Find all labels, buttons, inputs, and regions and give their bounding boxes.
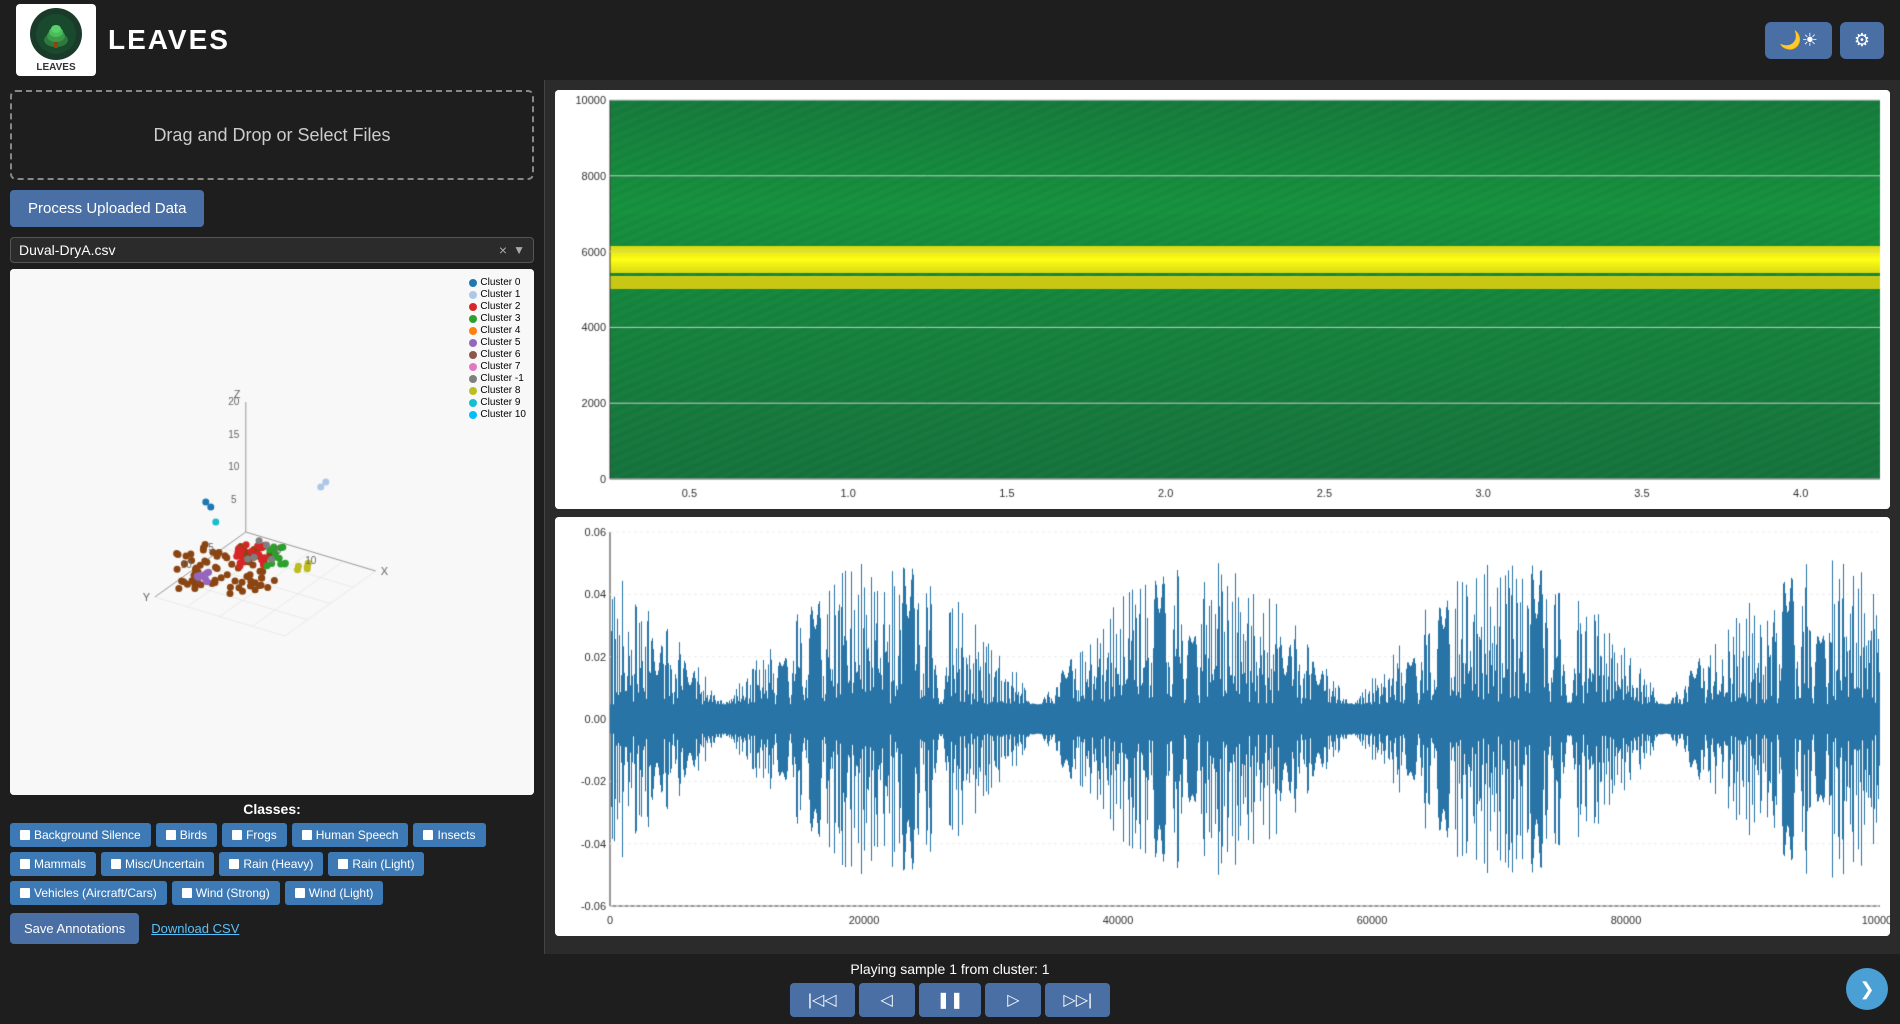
main-container: Drag and Drop or Select Files Process Up… [0, 80, 1900, 954]
classes-label: Classes: [10, 801, 534, 817]
nav-right-button[interactable]: ❯ [1846, 968, 1888, 1010]
legend-dot [469, 279, 477, 287]
legend-item: Cluster -1 [469, 373, 526, 384]
legend-item: Cluster 6 [469, 349, 526, 360]
legend-item: Cluster 1 [469, 289, 526, 300]
spectrogram-canvas [555, 90, 1890, 509]
drop-zone[interactable]: Drag and Drop or Select Files [10, 90, 534, 180]
class-button-misc/uncertain[interactable]: Misc/Uncertain [101, 852, 214, 876]
class-button-icon [20, 859, 30, 869]
process-uploaded-data-button[interactable]: Process Uploaded Data [10, 190, 204, 227]
class-buttons-container: Background SilenceBirdsFrogsHuman Speech… [10, 823, 534, 905]
next-button[interactable]: ▷ [985, 983, 1041, 1017]
legend-item: Cluster 5 [469, 337, 526, 348]
legend-dot [469, 327, 477, 335]
class-button-rain-(light)[interactable]: Rain (Light) [328, 852, 424, 876]
legend-dot [469, 315, 477, 323]
scatter-plot-container: Cluster 0Cluster 1Cluster 2Cluster 3Clus… [10, 269, 534, 795]
footer: Playing sample 1 from cluster: 1 |◁◁ ◁ ❚… [0, 954, 1900, 1024]
legend-dot [469, 303, 477, 311]
class-button-icon [229, 859, 239, 869]
legend-dot [469, 351, 477, 359]
class-button-birds[interactable]: Birds [156, 823, 217, 847]
class-button-insects[interactable]: Insects [413, 823, 485, 847]
left-panel: Drag and Drop or Select Files Process Up… [0, 80, 545, 954]
legend-item: Cluster 4 [469, 325, 526, 336]
legend-dot [469, 375, 477, 383]
class-button-icon [338, 859, 348, 869]
logo-icon [30, 8, 82, 60]
header: LEAVES LEAVES 🌙☀ ⚙ [0, 0, 1900, 80]
logo-box: LEAVES [16, 4, 96, 76]
legend-label: Cluster 4 [480, 325, 520, 336]
legend-item: Cluster 3 [469, 313, 526, 324]
legend-dot [469, 363, 477, 371]
last-button[interactable]: ▷▷| [1045, 983, 1110, 1017]
logo-text: LEAVES [36, 62, 75, 73]
class-button-rain-(heavy)[interactable]: Rain (Heavy) [219, 852, 323, 876]
class-button-vehicles-(aircraft/cars)[interactable]: Vehicles (Aircraft/Cars) [10, 881, 167, 905]
legend-label: Cluster 1 [480, 289, 520, 300]
class-button-mammals[interactable]: Mammals [10, 852, 96, 876]
legend-item: Cluster 7 [469, 361, 526, 372]
class-button-icon [20, 830, 30, 840]
bottom-actions: Save Annotations Download CSV [10, 913, 534, 944]
scatter-plot-canvas [10, 269, 534, 795]
legend-label: Cluster 8 [480, 385, 520, 396]
legend-label: Cluster -1 [480, 373, 523, 384]
header-right: 🌙☀ ⚙ [1765, 22, 1884, 59]
legend-label: Cluster 10 [480, 409, 526, 420]
class-button-wind-(light)[interactable]: Wind (Light) [285, 881, 384, 905]
legend-label: Cluster 2 [480, 301, 520, 312]
save-annotations-button[interactable]: Save Annotations [10, 913, 139, 944]
playing-info-label: Playing sample 1 from cluster: 1 [850, 961, 1049, 977]
legend-label: Cluster 5 [480, 337, 520, 348]
waveform-wrapper [555, 517, 1890, 936]
class-button-icon [20, 888, 30, 898]
legend-label: Cluster 6 [480, 349, 520, 360]
class-button-icon [302, 830, 312, 840]
class-button-icon [295, 888, 305, 898]
legend-dot [469, 387, 477, 395]
right-panel [545, 80, 1900, 954]
class-button-icon [166, 830, 176, 840]
class-button-wind-(strong)[interactable]: Wind (Strong) [172, 881, 280, 905]
legend-item: Cluster 8 [469, 385, 526, 396]
first-button[interactable]: |◁◁ [790, 983, 855, 1017]
legend-dot [469, 339, 477, 347]
legend-label: Cluster 3 [480, 313, 520, 324]
legend-label: Cluster 9 [480, 397, 520, 408]
waveform-canvas [555, 517, 1890, 936]
class-button-icon [423, 830, 433, 840]
legend-dot [469, 291, 477, 299]
legend-item: Cluster 9 [469, 397, 526, 408]
file-clear-button[interactable]: × [499, 242, 507, 258]
drop-zone-text: Drag and Drop or Select Files [153, 125, 390, 146]
file-dropdown-arrow-icon[interactable]: ▼ [513, 243, 525, 257]
class-button-icon [232, 830, 242, 840]
class-button-icon [111, 859, 121, 869]
class-button-icon [182, 888, 192, 898]
legend-dot [469, 411, 477, 419]
app-title: LEAVES [108, 24, 230, 56]
file-selector-bar: Duval-DryA.csv × ▼ [10, 237, 534, 263]
class-button-background-silence[interactable]: Background Silence [10, 823, 151, 847]
spectrogram-wrapper [555, 90, 1890, 509]
legend-item: Cluster 2 [469, 301, 526, 312]
playback-controls: |◁◁ ◁ ❚❚ ▷ ▷▷| [790, 983, 1110, 1017]
legend-item: Cluster 10 [469, 409, 526, 420]
file-name-label: Duval-DryA.csv [19, 242, 499, 258]
download-csv-link[interactable]: Download CSV [151, 921, 239, 936]
legend-label: Cluster 7 [480, 361, 520, 372]
prev-button[interactable]: ◁ [859, 983, 915, 1017]
legend-label: Cluster 0 [480, 277, 520, 288]
legend-dot [469, 399, 477, 407]
legend-item: Cluster 0 [469, 277, 526, 288]
theme-toggle-button[interactable]: 🌙☀ [1765, 22, 1832, 59]
scatter-legend: Cluster 0Cluster 1Cluster 2Cluster 3Clus… [469, 277, 526, 421]
class-button-human-speech[interactable]: Human Speech [292, 823, 409, 847]
class-button-frogs[interactable]: Frogs [222, 823, 287, 847]
pause-button[interactable]: ❚❚ [919, 983, 982, 1017]
settings-button[interactable]: ⚙ [1840, 22, 1884, 59]
